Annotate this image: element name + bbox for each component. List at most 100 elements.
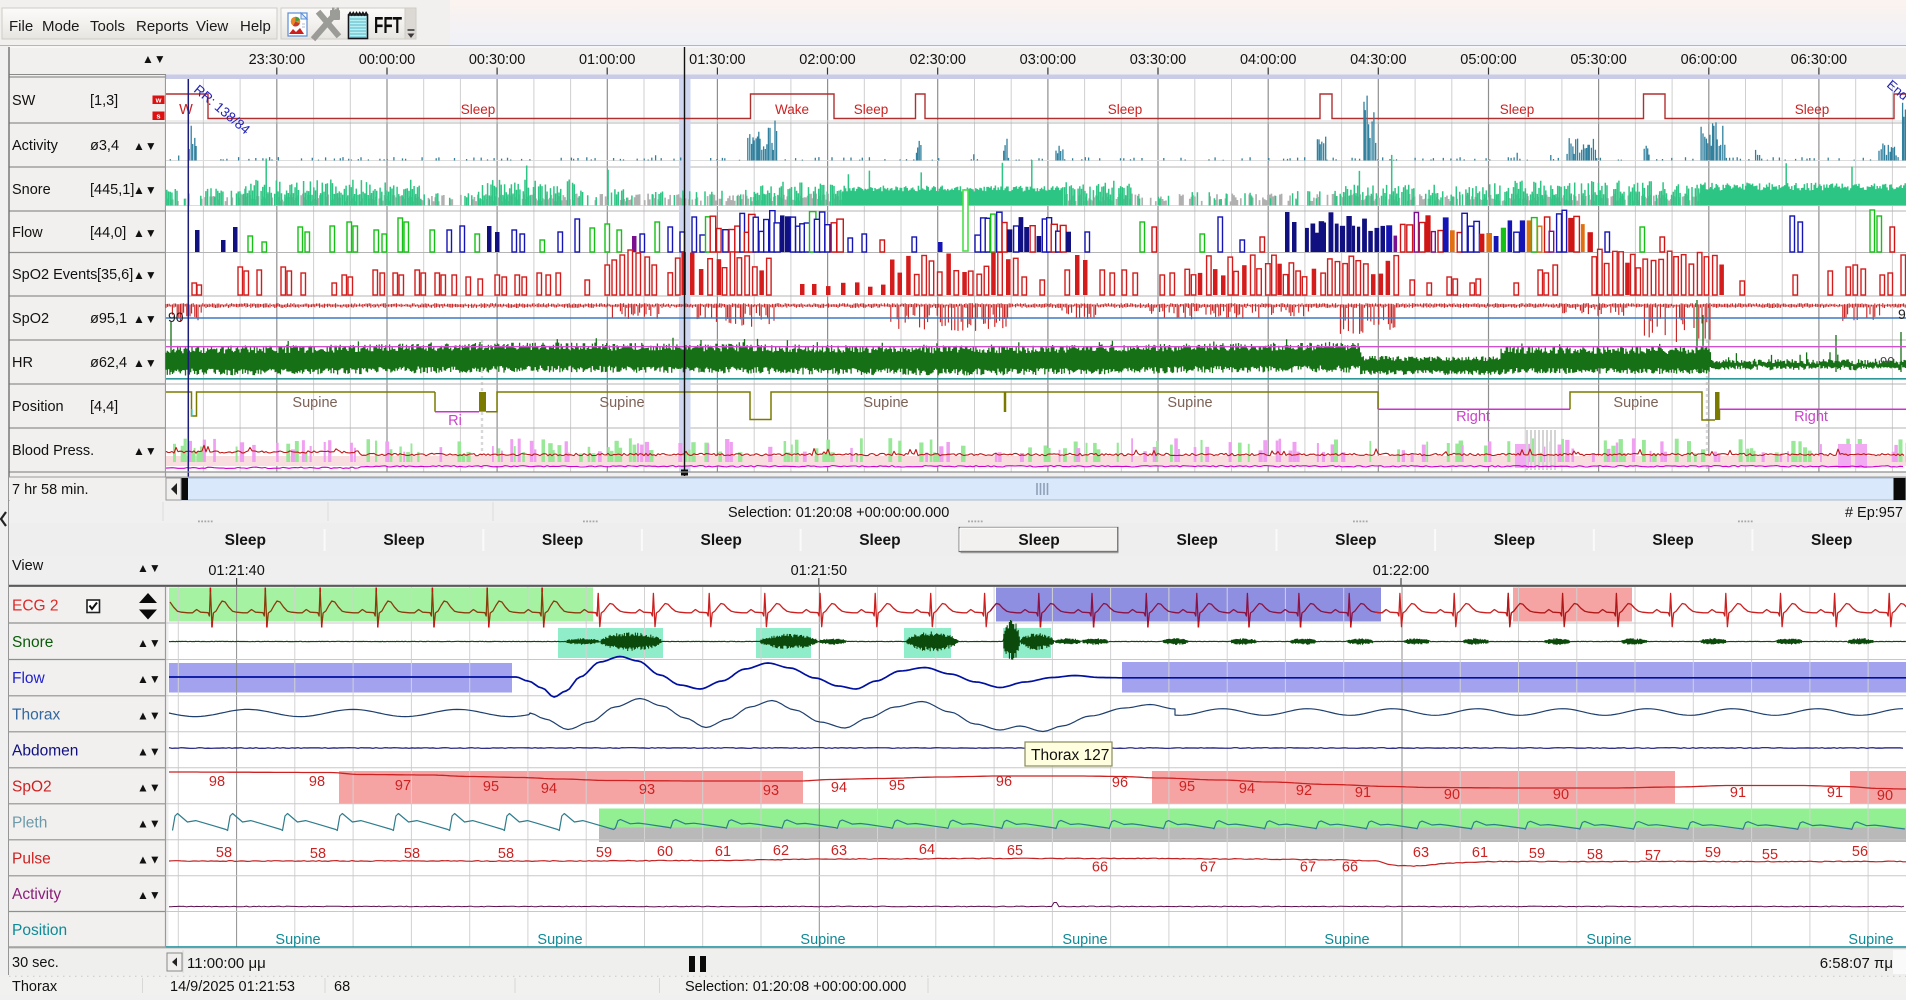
svg-text:94: 94 [541, 781, 557, 797]
svg-text:Supine: Supine [292, 395, 337, 411]
svg-text:FFT: FFT [374, 12, 402, 38]
svg-text:▲▼: ▲▼ [133, 356, 157, 370]
svg-text:64: 64 [919, 842, 935, 858]
svg-text:02:30:00: 02:30:00 [909, 52, 965, 68]
svg-text:[35,6]: [35,6] [97, 267, 133, 283]
svg-text:68: 68 [334, 979, 350, 995]
svg-text:Snore: Snore [12, 182, 51, 198]
svg-text:Position: Position [12, 399, 64, 415]
svg-text:06:30:00: 06:30:00 [1791, 52, 1847, 68]
svg-text:Supine: Supine [1613, 395, 1658, 411]
svg-text:SpO2 Events: SpO2 Events [12, 267, 97, 283]
svg-text:▲▼: ▲▼ [133, 139, 157, 153]
svg-text:SW: SW [12, 93, 36, 109]
svg-text:SpO2: SpO2 [12, 778, 52, 795]
svg-text:91: 91 [1355, 785, 1371, 801]
svg-text:04:30:00: 04:30:00 [1350, 52, 1406, 68]
svg-text:58: 58 [310, 846, 326, 862]
svg-text:View: View [196, 18, 228, 35]
svg-text:Sleep: Sleep [1108, 102, 1143, 117]
svg-text:Flow: Flow [12, 225, 43, 241]
svg-text:▲▼: ▲▼ [137, 816, 161, 830]
svg-text:▲▼: ▲▼ [133, 312, 157, 326]
svg-text:63: 63 [1413, 845, 1429, 861]
svg-text:Pulse: Pulse [12, 850, 51, 867]
svg-text:90: 90 [1877, 788, 1893, 804]
svg-text:▲▼: ▲▼ [133, 444, 157, 458]
svg-text:Supine: Supine [863, 395, 908, 411]
svg-text:90: 90 [1553, 787, 1569, 803]
svg-text:s: s [156, 112, 160, 121]
svg-text:Sleep: Sleep [1500, 102, 1535, 117]
svg-text:Sleep: Sleep [1335, 532, 1376, 549]
svg-text:6:58:07 πμ: 6:58:07 πμ [1820, 955, 1893, 972]
svg-text:30 sec.: 30 sec. [12, 955, 59, 971]
svg-text:11:00:00 μμ: 11:00:00 μμ [187, 955, 266, 972]
svg-text:Thorax: Thorax [12, 706, 60, 723]
svg-text:Activity: Activity [12, 138, 59, 154]
svg-text:57: 57 [1645, 848, 1661, 864]
svg-text:91: 91 [1827, 785, 1843, 801]
svg-text:Sleep: Sleep [1177, 532, 1218, 549]
svg-text:56: 56 [1852, 844, 1868, 860]
svg-text:Snore: Snore [12, 634, 53, 651]
svg-text:04:00:00: 04:00:00 [1240, 52, 1296, 68]
svg-text:14/9/2025 01:21:53: 14/9/2025 01:21:53 [170, 979, 295, 995]
svg-text:▲▼: ▲▼ [137, 852, 161, 866]
svg-text:▲▼: ▲▼ [133, 183, 157, 197]
svg-text:Pleth: Pleth [12, 814, 47, 831]
svg-text:[4,4]: [4,4] [90, 399, 118, 415]
svg-text:Supine: Supine [1586, 932, 1631, 948]
svg-text:[445,1]: [445,1] [90, 182, 134, 198]
svg-text:66: 66 [1092, 860, 1108, 876]
svg-text:Selection: 01:20:08 +00:00:00: Selection: 01:20:08 +00:00:00.000 [728, 505, 949, 521]
svg-text:Supine: Supine [275, 932, 320, 948]
svg-text:Sleep: Sleep [1811, 532, 1852, 549]
svg-text:Ri: Ri [448, 413, 462, 429]
svg-text:23:30:00: 23:30:00 [249, 52, 305, 68]
svg-text:Sleep: Sleep [542, 532, 583, 549]
svg-text:[44,0]: [44,0] [90, 225, 126, 241]
svg-text:59: 59 [596, 845, 612, 861]
svg-text:Sleep: Sleep [383, 532, 424, 549]
svg-text:67: 67 [1300, 860, 1316, 876]
svg-text:▲▼: ▲▼ [133, 226, 157, 240]
svg-text:97: 97 [395, 778, 411, 794]
svg-text:Sleep: Sleep [1494, 532, 1535, 549]
svg-text:▲▼: ▲▼ [142, 52, 166, 66]
svg-text:Mode: Mode [42, 18, 80, 35]
svg-text:Sleep: Sleep [225, 532, 266, 549]
svg-text:Supine: Supine [599, 395, 644, 411]
svg-text:Activity: Activity [12, 886, 61, 903]
svg-text:Sleep: Sleep [1018, 532, 1059, 549]
svg-text:61: 61 [1472, 845, 1488, 861]
svg-text:58: 58 [404, 846, 420, 862]
svg-text:ECG 2: ECG 2 [12, 598, 59, 615]
svg-text:90: 90 [1898, 306, 1906, 322]
svg-text:55: 55 [1762, 847, 1778, 863]
svg-text:# Ep:957: # Ep:957 [1845, 505, 1903, 521]
svg-text:Selection: 01:20:08 +00:00:00: Selection: 01:20:08 +00:00:00.000 [685, 979, 906, 995]
svg-text:02:00:00: 02:00:00 [799, 52, 855, 68]
svg-text:59: 59 [1529, 846, 1545, 862]
svg-text:▲▼: ▲▼ [137, 636, 161, 650]
svg-text:94: 94 [831, 780, 847, 796]
svg-text:Flow: Flow [12, 670, 46, 687]
svg-text:95: 95 [889, 778, 905, 794]
svg-text:93: 93 [639, 782, 655, 798]
svg-text:06:00:00: 06:00:00 [1681, 52, 1737, 68]
svg-text:58: 58 [498, 846, 514, 862]
svg-text:61: 61 [715, 844, 731, 860]
svg-text:91: 91 [1730, 785, 1746, 801]
svg-text:Supine: Supine [1848, 932, 1893, 948]
svg-text:01:00:00: 01:00:00 [579, 52, 635, 68]
svg-text:92: 92 [1296, 783, 1312, 799]
svg-text:96: 96 [996, 774, 1012, 790]
svg-text:66: 66 [1342, 860, 1358, 876]
svg-text:58: 58 [1587, 847, 1603, 863]
svg-text:93: 93 [763, 783, 779, 799]
svg-text:▲▼: ▲▼ [137, 561, 161, 575]
svg-text:01:21:40: 01:21:40 [208, 563, 264, 579]
svg-text:Sleep: Sleep [1795, 102, 1830, 117]
svg-text:00:00:00: 00:00:00 [359, 52, 415, 68]
